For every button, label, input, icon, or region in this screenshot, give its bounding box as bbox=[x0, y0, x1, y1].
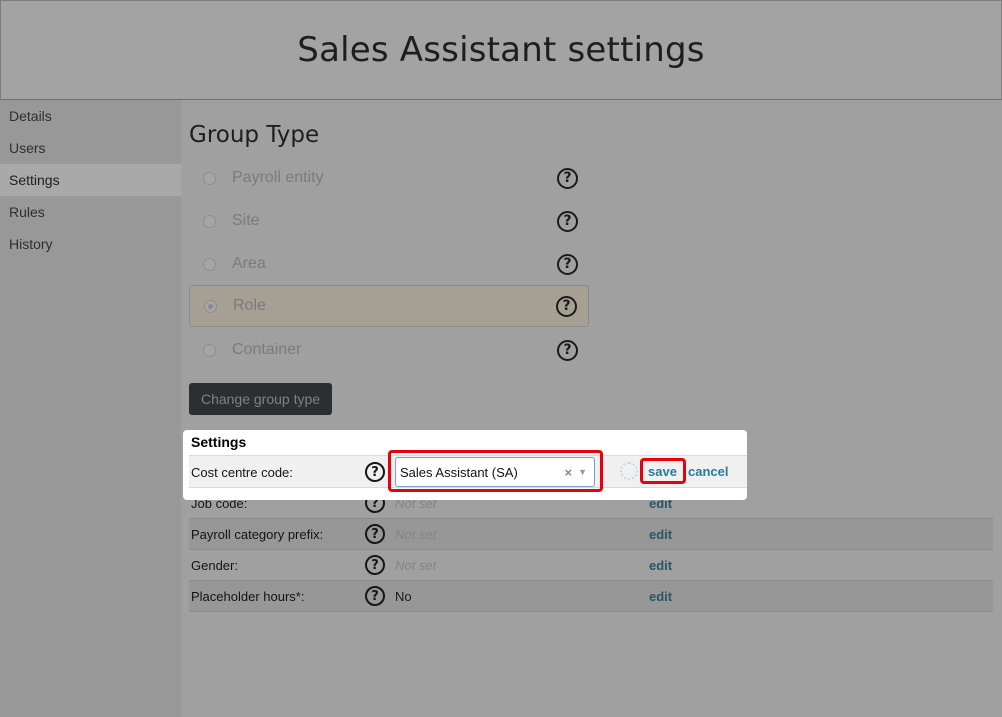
sidebar: Details Users Settings Rules History bbox=[0, 100, 181, 717]
help-icon[interactable]: ? bbox=[556, 295, 577, 317]
setting-row-gender: Gender: ? Not set edit bbox=[189, 550, 993, 581]
help-icon[interactable]: ? bbox=[365, 462, 385, 482]
setting-value: Not set bbox=[395, 557, 437, 573]
option-label: Role bbox=[233, 297, 266, 314]
setting-label: Payroll category prefix: bbox=[191, 526, 324, 542]
group-type-option-site[interactable]: Site ? bbox=[189, 200, 589, 242]
setting-label: Placeholder hours*: bbox=[191, 588, 305, 604]
group-type-option-role[interactable]: Role ? bbox=[189, 285, 589, 327]
clear-icon[interactable]: × bbox=[564, 465, 572, 480]
help-icon[interactable]: ? bbox=[557, 167, 578, 189]
option-label: Area bbox=[232, 255, 266, 272]
sidebar-item-rules[interactable]: Rules bbox=[0, 196, 181, 228]
radio-button[interactable] bbox=[203, 257, 216, 271]
help-icon[interactable]: ? bbox=[365, 524, 385, 544]
help-icon[interactable]: ? bbox=[557, 253, 578, 275]
setting-label: Gender: bbox=[191, 557, 238, 573]
option-label: Container bbox=[232, 341, 302, 358]
setting-value: No bbox=[395, 588, 412, 604]
radio-button-checked[interactable] bbox=[204, 299, 217, 313]
edit-link[interactable]: edit bbox=[649, 550, 672, 580]
edit-link[interactable]: edit bbox=[649, 581, 672, 611]
page-header: Sales Assistant settings bbox=[0, 0, 1002, 100]
setting-row-placeholder-hours: Placeholder hours*: ? No edit bbox=[189, 581, 993, 612]
chevron-down-icon[interactable]: ▼ bbox=[578, 467, 587, 477]
group-type-option-payroll-entity[interactable]: Payroll entity ? bbox=[189, 157, 589, 199]
radio-button[interactable] bbox=[203, 171, 216, 185]
setting-row-payroll-category-prefix: Payroll category prefix: ? Not set edit bbox=[189, 519, 993, 550]
group-type-heading: Group Type bbox=[189, 122, 320, 148]
help-icon[interactable]: ? bbox=[557, 339, 578, 361]
settings-heading: Settings bbox=[191, 434, 247, 450]
cost-centre-label: Cost centre code: bbox=[191, 464, 293, 480]
change-group-type-button[interactable]: Change group type bbox=[189, 383, 332, 415]
select-value: Sales Assistant (SA) bbox=[400, 464, 518, 480]
setting-value: Not set bbox=[395, 526, 437, 542]
help-icon[interactable]: ? bbox=[557, 210, 578, 232]
group-type-option-container[interactable]: Container ? bbox=[189, 329, 589, 371]
radio-button[interactable] bbox=[203, 343, 216, 357]
sidebar-item-settings[interactable]: Settings bbox=[0, 164, 181, 196]
group-type-option-area[interactable]: Area ? bbox=[189, 243, 589, 285]
main-content: Group Type Payroll entity ? Site ? Area … bbox=[181, 100, 1002, 717]
cost-centre-select[interactable]: Sales Assistant (SA) × ▼ bbox=[395, 457, 595, 487]
edit-link[interactable]: edit bbox=[649, 519, 672, 549]
option-label: Payroll entity bbox=[232, 169, 324, 186]
help-icon[interactable]: ? bbox=[365, 586, 385, 606]
sidebar-item-details[interactable]: Details bbox=[0, 100, 181, 132]
cancel-button[interactable]: cancel bbox=[688, 464, 728, 479]
sidebar-item-history[interactable]: History bbox=[0, 228, 181, 260]
save-button[interactable]: save bbox=[648, 464, 677, 479]
loading-spinner-icon bbox=[620, 462, 638, 480]
radio-button[interactable] bbox=[203, 214, 216, 228]
page-title: Sales Assistant settings bbox=[297, 30, 705, 70]
option-label: Site bbox=[232, 212, 260, 229]
sidebar-item-users[interactable]: Users bbox=[0, 132, 181, 164]
help-icon[interactable]: ? bbox=[365, 555, 385, 575]
